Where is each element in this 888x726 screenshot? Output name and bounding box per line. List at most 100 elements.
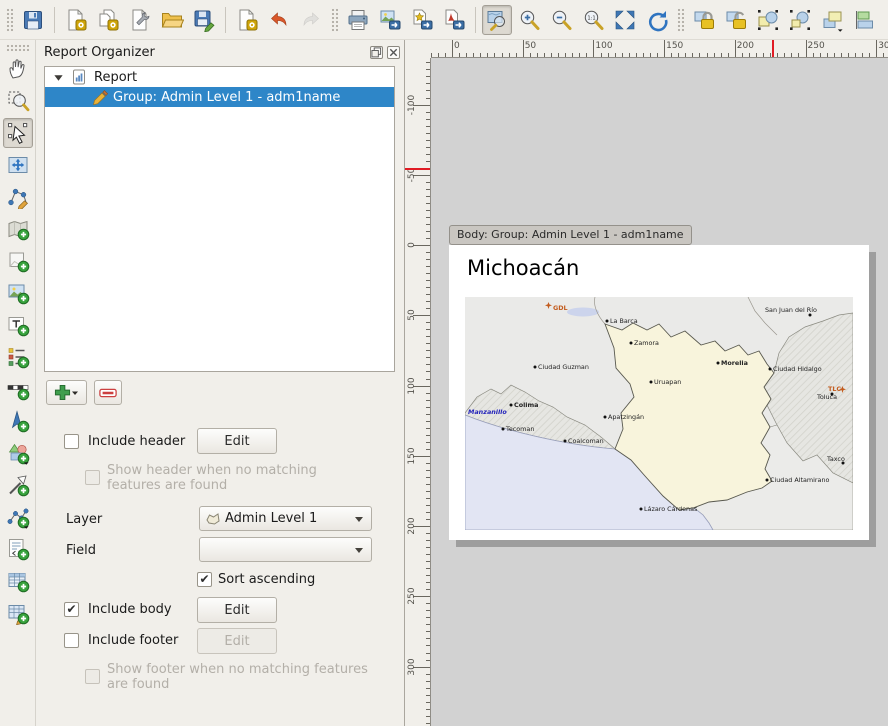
duplicate-layout-button[interactable] (93, 5, 123, 35)
undo-button[interactable] (264, 5, 294, 35)
map-city-label: San Juan del Río (765, 306, 817, 314)
report-page[interactable]: Michoacán (449, 245, 869, 540)
add-3d-map-button[interactable] (3, 246, 33, 276)
map-city-dot (510, 404, 513, 407)
open-template-button[interactable] (157, 5, 187, 35)
add-picture-button[interactable] (3, 278, 33, 308)
page-title-label-item[interactable]: Michoacán (467, 256, 579, 280)
vertical-ruler[interactable]: -100-50050100150200250300 (405, 58, 431, 726)
map-item[interactable]: La BarcaSan Juan del RíoZamoraCiudad Guz… (465, 297, 853, 530)
horizontal-ruler[interactable]: 050100150200250300 (431, 40, 888, 58)
sort-ascending-label[interactable]: Sort ascending (218, 572, 315, 587)
expand-arrow-icon[interactable] (53, 72, 65, 83)
left-toolbar (0, 40, 36, 726)
include-footer-label[interactable]: Include footer (88, 633, 178, 648)
report-organizer-panel: Report Organizer Report (36, 40, 404, 726)
map-city-label: La Barca (610, 317, 638, 325)
map-city-dot (630, 342, 633, 345)
remove-section-button[interactable] (94, 380, 122, 405)
add-html-button[interactable] (3, 534, 33, 564)
layer-combobox[interactable]: Admin Level 1 (199, 506, 372, 531)
map-airport-label: TLC (828, 385, 841, 393)
select-all-button[interactable] (753, 5, 783, 35)
preview-zoom-button[interactable] (482, 5, 512, 35)
edit-header-button[interactable]: Edit (197, 428, 277, 454)
add-shape-button[interactable] (3, 438, 33, 468)
close-panel-button[interactable] (387, 46, 400, 59)
redo-button[interactable] (296, 5, 326, 35)
sort-ascending-checkbox[interactable]: ✔ (197, 572, 212, 587)
show-header-checkbox[interactable] (85, 470, 100, 485)
align-items-button[interactable] (849, 5, 879, 35)
edit-nodes-button[interactable] (3, 182, 33, 212)
float-icon (371, 47, 382, 58)
add-fixed-table-button[interactable] (3, 598, 33, 628)
raise-items-button[interactable] (817, 5, 847, 35)
zoom-button[interactable] (3, 86, 33, 116)
tree-item-group[interactable]: Group: Admin Level 1 - adm1name (45, 87, 394, 107)
toolbar-handle[interactable] (331, 8, 338, 32)
map-city-dot (717, 362, 720, 365)
field-combobox[interactable] (199, 537, 372, 562)
float-panel-button[interactable] (370, 46, 383, 59)
save-as-template-button[interactable] (189, 5, 219, 35)
export-svg-button[interactable] (407, 5, 437, 35)
save-button[interactable] (18, 5, 48, 35)
export-image-button[interactable] (375, 5, 405, 35)
new-page-button[interactable] (232, 5, 262, 35)
zoom-in-button[interactable] (514, 5, 544, 35)
new-layout-button[interactable] (61, 5, 91, 35)
include-header-label[interactable]: Include header (88, 434, 185, 449)
zoom-out-button[interactable] (546, 5, 576, 35)
lake-chapala (567, 308, 599, 317)
include-body-checkbox[interactable]: ✔ (64, 602, 79, 617)
add-node-item-icon (6, 505, 30, 529)
polygon-layer-icon (206, 512, 220, 525)
map-city-label: Uruapan (654, 378, 681, 386)
raise-items-icon (820, 8, 844, 32)
export-pdf-button[interactable] (439, 5, 469, 35)
layout-canvas[interactable]: Body: Group: Admin Level 1 - adm1name Mi… (431, 58, 888, 726)
ruler-label: 200 (737, 41, 754, 51)
move-item-content-button[interactable] (3, 150, 33, 180)
add-north-arrow-button[interactable] (3, 406, 33, 436)
edit-footer-button[interactable]: Edit (197, 628, 277, 654)
select-move-item-icon (6, 121, 30, 145)
toolbar-handle[interactable] (6, 8, 13, 32)
unlock-items-button[interactable] (721, 5, 751, 35)
tree-item-report[interactable]: Report (45, 67, 394, 87)
toolbar-handle[interactable] (6, 44, 30, 51)
add-label-button[interactable] (3, 310, 33, 340)
include-body-label[interactable]: Include body (88, 602, 172, 617)
zoom-actual-button[interactable]: 1:1 (578, 5, 608, 35)
map-city-label: Toluca (816, 393, 837, 401)
deselect-all-button[interactable] (785, 5, 815, 35)
toolbar-handle[interactable] (677, 8, 684, 32)
map-city-dot (564, 440, 567, 443)
field-label: Field (66, 543, 96, 558)
add-node-item-button[interactable] (3, 502, 33, 532)
edit-body-button[interactable]: Edit (197, 597, 277, 623)
new-layout-icon (64, 8, 88, 32)
add-scalebar-icon (6, 377, 30, 401)
show-footer-checkbox[interactable] (85, 669, 100, 684)
lock-items-button[interactable] (689, 5, 719, 35)
pan-button[interactable] (3, 54, 33, 84)
add-shape-icon (6, 441, 30, 465)
add-arrow-button[interactable] (3, 470, 33, 500)
add-attribute-table-button[interactable] (3, 566, 33, 596)
layout-properties-button[interactable] (125, 5, 155, 35)
print-button[interactable] (343, 5, 373, 35)
ruler-label: 0 (454, 41, 460, 51)
include-footer-checkbox[interactable] (64, 633, 79, 648)
zoom-full-button[interactable] (610, 5, 640, 35)
refresh-view-button[interactable] (642, 5, 672, 35)
add-section-button[interactable] (46, 380, 87, 405)
ruler-label: 50 (407, 302, 419, 328)
add-map-button[interactable] (3, 214, 33, 244)
add-html-icon (6, 537, 30, 561)
add-scalebar-button[interactable] (3, 374, 33, 404)
add-legend-button[interactable] (3, 342, 33, 372)
include-header-checkbox[interactable] (64, 434, 79, 449)
select-move-item-button[interactable] (3, 118, 33, 148)
